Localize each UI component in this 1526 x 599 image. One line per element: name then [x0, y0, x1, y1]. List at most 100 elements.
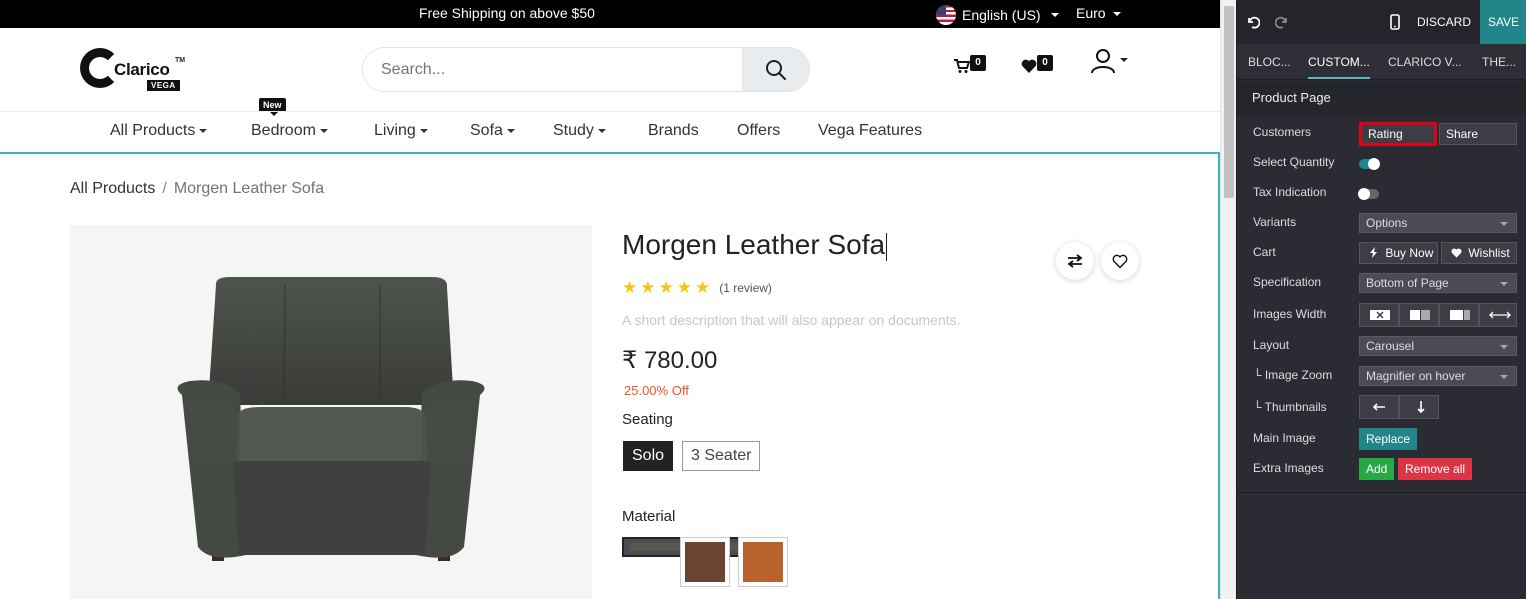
nav-label: Living	[374, 122, 416, 139]
variants-label: Variants	[1253, 215, 1297, 229]
switch-knob	[1358, 188, 1370, 200]
currency-selector[interactable]: Euro	[1076, 5, 1122, 21]
image-width-50[interactable]	[1399, 303, 1439, 327]
nav-all-products[interactable]: All Products	[110, 122, 208, 140]
select-quantity-switch[interactable]	[1359, 158, 1380, 170]
tab-theme[interactable]: THE...	[1482, 55, 1516, 69]
redo-icon[interactable]	[1275, 15, 1289, 29]
chevron-down-icon	[1500, 222, 1508, 226]
cart-icon	[954, 59, 971, 73]
editor-panel: DISCARD SAVE BLOC... CUSTOM... CLARICO V…	[1236, 0, 1526, 599]
star-icon: ★	[640, 278, 656, 297]
wishlist-count: 0	[1037, 55, 1053, 71]
seating-option-3-seater[interactable]: 3 Seater	[682, 441, 761, 471]
image-width-66[interactable]	[1439, 303, 1479, 327]
breadcrumb-current: Morgen Leather Sofa	[173, 180, 325, 197]
heart-icon	[1451, 248, 1462, 258]
cart-count: 0	[970, 55, 986, 71]
material-label: Material	[622, 508, 676, 525]
layout-select[interactable]: Carousel	[1359, 336, 1517, 356]
account-menu[interactable]	[1091, 48, 1128, 79]
wishlist-button[interactable]: 0	[1021, 55, 1053, 79]
image-zoom-select[interactable]: Magnifier on hover	[1359, 366, 1517, 386]
product-image[interactable]	[70, 225, 592, 599]
nav-label: Bedroom	[251, 122, 316, 139]
section-title[interactable]: Product Page	[1237, 81, 1526, 115]
mobile-preview-icon[interactable]	[1390, 14, 1400, 30]
scrollbar-thumb[interactable]	[1224, 6, 1234, 198]
nav-study[interactable]: Study	[553, 122, 606, 140]
chevron-down-icon	[1120, 58, 1128, 62]
specification-select[interactable]: Bottom of Page	[1359, 273, 1517, 293]
product-description[interactable]: A short description that will also appea…	[622, 312, 961, 328]
tax-indication-label: Tax Indication	[1253, 185, 1327, 199]
wishlist-toggle[interactable]: Wishlist	[1441, 242, 1517, 264]
nav-brands[interactable]: Brands	[648, 122, 699, 140]
buy-now-toggle[interactable]: Buy Now	[1359, 242, 1438, 264]
rating-toggle[interactable]: Rating	[1359, 122, 1437, 146]
website-preview: Free Shipping on above $50 English (US) …	[0, 0, 1220, 599]
nav-bedroom[interactable]: Bedroom	[251, 122, 328, 140]
nav-label: Sofa	[470, 122, 503, 139]
nav-sofa[interactable]: Sofa	[470, 122, 515, 140]
search-button[interactable]	[742, 48, 809, 91]
compare-arrows-icon	[1067, 254, 1083, 268]
share-toggle[interactable]: Share	[1439, 123, 1517, 145]
nav-vega-features[interactable]: Vega Features	[818, 122, 922, 140]
top-bar: Free Shipping on above $50 English (US) …	[0, 0, 1220, 28]
thumbnails-bottom-toggle[interactable]	[1399, 395, 1439, 419]
review-count[interactable]: (1 review)	[719, 281, 772, 295]
tax-indication-switch[interactable]	[1358, 188, 1379, 200]
remove-all-button[interactable]: Remove all	[1398, 458, 1473, 480]
breadcrumb-separator: /	[162, 180, 167, 197]
shipping-notice: Free Shipping on above $50	[419, 5, 595, 21]
search-input[interactable]	[363, 48, 743, 91]
star-icon: ★	[658, 278, 674, 297]
discard-button[interactable]: DISCARD	[1417, 15, 1471, 29]
compare-button[interactable]	[1056, 242, 1094, 280]
tab-customize[interactable]: CUSTOM...	[1308, 55, 1370, 79]
image-zoom-label: └ Image Zoom	[1253, 368, 1333, 382]
nav-offers[interactable]: Offers	[737, 122, 780, 140]
heart-icon	[1021, 59, 1037, 73]
language-label: English (US)	[962, 7, 1041, 23]
image-width-full[interactable]	[1479, 303, 1517, 327]
main-navigation: All Products Bedroom Living Sofa Study B…	[0, 111, 1220, 154]
site-logo[interactable]: Clarico TM VEGA	[80, 46, 190, 94]
undo-icon[interactable]	[1246, 15, 1260, 29]
add-button[interactable]: Add	[1359, 458, 1395, 480]
page-scrollbar[interactable]	[1220, 0, 1236, 599]
product-title[interactable]: Morgen Leather Sofa	[622, 229, 887, 261]
thumbnails-left-toggle[interactable]	[1359, 395, 1399, 419]
discount-label: 25.00% Off	[624, 383, 689, 398]
armchair-image	[177, 277, 485, 561]
chevron-down-icon	[506, 128, 515, 133]
material-swatch-brown[interactable]	[680, 537, 730, 587]
select-value: Bottom of Page	[1366, 276, 1449, 290]
chevron-down-icon	[1050, 13, 1059, 17]
swatch-color	[743, 542, 783, 582]
chevron-down-icon	[597, 128, 606, 133]
tab-blocks[interactable]: BLOC...	[1248, 55, 1291, 69]
cart-button[interactable]: 0	[954, 55, 986, 79]
save-button[interactable]: SAVE	[1480, 0, 1526, 44]
arrow-left-icon	[1372, 403, 1385, 411]
chevron-down-icon	[1500, 282, 1508, 286]
select-value: Options	[1366, 216, 1408, 230]
heart-outline-icon	[1112, 254, 1128, 269]
nav-living[interactable]: Living	[374, 122, 428, 140]
add-to-wishlist-button[interactable]	[1101, 242, 1139, 280]
swatch-color	[685, 542, 725, 582]
image-width-none[interactable]	[1359, 303, 1399, 327]
variants-select[interactable]: Options	[1359, 213, 1517, 233]
chevron-down-icon	[199, 128, 208, 133]
breadcrumb-root[interactable]: All Products	[70, 180, 155, 197]
language-selector[interactable]: English (US)	[936, 5, 1059, 25]
new-badge: New	[259, 98, 286, 116]
seating-option-solo[interactable]: Solo	[623, 441, 674, 471]
logo-sub: VEGA	[147, 80, 180, 91]
material-swatch-tan[interactable]	[738, 537, 788, 587]
search-icon	[765, 59, 786, 80]
tab-clarico-vega[interactable]: CLARICO V...	[1388, 55, 1462, 69]
replace-button[interactable]: Replace	[1359, 428, 1418, 450]
